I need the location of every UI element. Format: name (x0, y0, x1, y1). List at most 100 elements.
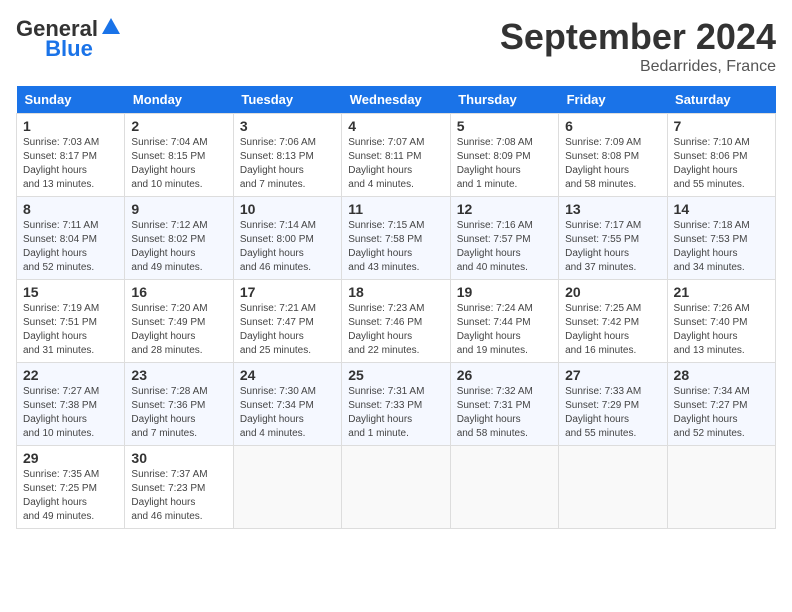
day-info: Sunrise: 7:34 AMSunset: 7:27 PMDaylight … (674, 386, 750, 439)
day-number: 19 (457, 284, 552, 300)
col-saturday: Saturday (667, 86, 775, 114)
day-info: Sunrise: 7:31 AMSunset: 7:33 PMDaylight … (348, 386, 424, 439)
table-row: 23 Sunrise: 7:28 AMSunset: 7:36 PMDayligh… (125, 363, 233, 446)
day-number: 5 (457, 118, 552, 134)
calendar-week-1: 1 Sunrise: 7:03 AMSunset: 8:17 PMDaylight… (17, 114, 776, 197)
table-row: 4Sunrise: 7:07 AMSunset: 8:11 PMDaylight… (342, 114, 450, 197)
day-number: 6 (565, 118, 660, 134)
day-number: 24 (240, 367, 335, 383)
day-info: Sunrise: 7:35 AMSunset: 7:25 PMDaylight … (23, 469, 99, 522)
table-row (233, 446, 341, 529)
day-number: 14 (674, 201, 769, 217)
table-row: 15 Sunrise: 7:19 AMSunset: 7:51 PMDayligh… (17, 280, 125, 363)
day-number: 15 (23, 284, 118, 300)
day-number: 28 (674, 367, 769, 383)
table-row: 3 Sunrise: 7:06 AMSunset: 8:13 PMDaylight… (233, 114, 341, 197)
day-info: Sunrise: 7:28 AMSunset: 7:36 PMDaylight … (131, 386, 207, 439)
table-row: 22 Sunrise: 7:27 AMSunset: 7:38 PMDayligh… (17, 363, 125, 446)
calendar-week-4: 22 Sunrise: 7:27 AMSunset: 7:38 PMDayligh… (17, 363, 776, 446)
day-number: 4 (348, 118, 443, 134)
calendar-week-3: 15 Sunrise: 7:19 AMSunset: 7:51 PMDayligh… (17, 280, 776, 363)
table-row: 9 Sunrise: 7:12 AMSunset: 8:02 PMDaylight… (125, 197, 233, 280)
day-info: Sunrise: 7:24 AMSunset: 7:44 PMDaylight … (457, 303, 533, 356)
col-tuesday: Tuesday (233, 86, 341, 114)
day-number: 18 (348, 284, 443, 300)
table-row: 5Sunrise: 7:08 AMSunset: 8:09 PMDaylight… (450, 114, 558, 197)
table-row: 14 Sunrise: 7:18 AMSunset: 7:53 PMDayligh… (667, 197, 775, 280)
calendar-week-5: 29 Sunrise: 7:35 AMSunset: 7:25 PMDayligh… (17, 446, 776, 529)
day-info: Sunrise: 7:32 AMSunset: 7:31 PMDaylight … (457, 386, 533, 439)
day-info: Sunrise: 7:26 AMSunset: 7:40 PMDaylight … (674, 303, 750, 356)
day-number: 21 (674, 284, 769, 300)
col-monday: Monday (125, 86, 233, 114)
day-info: Sunrise: 7:19 AMSunset: 7:51 PMDaylight … (23, 303, 99, 356)
day-info: Sunrise: 7:16 AMSunset: 7:57 PMDaylight … (457, 220, 533, 273)
day-number: 3 (240, 118, 335, 134)
table-row: 1 Sunrise: 7:03 AMSunset: 8:17 PMDaylight… (17, 114, 125, 197)
table-row: 29 Sunrise: 7:35 AMSunset: 7:25 PMDayligh… (17, 446, 125, 529)
col-friday: Friday (559, 86, 667, 114)
table-row: 21 Sunrise: 7:26 AMSunset: 7:40 PMDayligh… (667, 280, 775, 363)
table-row: 27Sunrise: 7:33 AMSunset: 7:29 PMDayligh… (559, 363, 667, 446)
day-number: 29 (23, 450, 118, 466)
day-number: 16 (131, 284, 226, 300)
table-row: 17 Sunrise: 7:21 AMSunset: 7:47 PMDayligh… (233, 280, 341, 363)
day-number: 11 (348, 201, 443, 217)
table-row: 6 Sunrise: 7:09 AMSunset: 8:08 PMDaylight… (559, 114, 667, 197)
day-info: Sunrise: 7:12 AMSunset: 8:02 PMDaylight … (131, 220, 207, 273)
day-info: Sunrise: 7:03 AMSunset: 8:17 PMDaylight … (23, 137, 99, 190)
day-info: Sunrise: 7:04 AMSunset: 8:15 PMDaylight … (131, 137, 207, 190)
day-number: 2 (131, 118, 226, 134)
table-row: 2 Sunrise: 7:04 AMSunset: 8:15 PMDaylight… (125, 114, 233, 197)
table-row: 18Sunrise: 7:23 AMSunset: 7:46 PMDayligh… (342, 280, 450, 363)
table-row: 10Sunrise: 7:14 AMSunset: 8:00 PMDayligh… (233, 197, 341, 280)
day-info: Sunrise: 7:17 AMSunset: 7:55 PMDaylight … (565, 220, 641, 273)
table-row: 28 Sunrise: 7:34 AMSunset: 7:27 PMDayligh… (667, 363, 775, 446)
day-number: 12 (457, 201, 552, 217)
day-info: Sunrise: 7:20 AMSunset: 7:49 PMDaylight … (131, 303, 207, 356)
day-number: 9 (131, 201, 226, 217)
day-number: 17 (240, 284, 335, 300)
logo-icon (100, 16, 122, 38)
table-row: 16 Sunrise: 7:20 AMSunset: 7:49 PMDayligh… (125, 280, 233, 363)
table-row: 7 Sunrise: 7:10 AMSunset: 8:06 PMDaylight… (667, 114, 775, 197)
table-row: 11 Sunrise: 7:15 AMSunset: 7:58 PMDayligh… (342, 197, 450, 280)
col-wednesday: Wednesday (342, 86, 450, 114)
table-row: 20Sunrise: 7:25 AMSunset: 7:42 PMDayligh… (559, 280, 667, 363)
day-info: Sunrise: 7:11 AMSunset: 8:04 PMDaylight … (23, 220, 98, 273)
col-sunday: Sunday (17, 86, 125, 114)
table-row: 12 Sunrise: 7:16 AMSunset: 7:57 PMDayligh… (450, 197, 558, 280)
table-row (667, 446, 775, 529)
table-row (342, 446, 450, 529)
day-info: Sunrise: 7:15 AMSunset: 7:58 PMDaylight … (348, 220, 424, 273)
day-number: 1 (23, 118, 118, 134)
calendar-table: Sunday Monday Tuesday Wednesday Thursday… (16, 86, 776, 529)
table-row: 30Sunrise: 7:37 AMSunset: 7:23 PMDayligh… (125, 446, 233, 529)
day-info: Sunrise: 7:10 AMSunset: 8:06 PMDaylight … (674, 137, 750, 190)
day-number: 23 (131, 367, 226, 383)
table-row: 24Sunrise: 7:30 AMSunset: 7:34 PMDayligh… (233, 363, 341, 446)
table-row (450, 446, 558, 529)
calendar-week-2: 8Sunrise: 7:11 AMSunset: 8:04 PMDaylight… (17, 197, 776, 280)
day-number: 27 (565, 367, 660, 383)
day-info: Sunrise: 7:18 AMSunset: 7:53 PMDaylight … (674, 220, 750, 273)
logo-blue: Blue (45, 36, 93, 62)
day-info: Sunrise: 7:14 AMSunset: 8:00 PMDaylight … (240, 220, 316, 273)
day-number: 22 (23, 367, 118, 383)
day-number: 7 (674, 118, 769, 134)
day-info: Sunrise: 7:21 AMSunset: 7:47 PMDaylight … (240, 303, 316, 356)
table-row: 19 Sunrise: 7:24 AMSunset: 7:44 PMDayligh… (450, 280, 558, 363)
month-title: September 2024 (500, 16, 776, 58)
table-row: 26Sunrise: 7:32 AMSunset: 7:31 PMDayligh… (450, 363, 558, 446)
location: Bedarrides, France (500, 58, 776, 76)
logo: General Blue (16, 16, 122, 62)
col-thursday: Thursday (450, 86, 558, 114)
day-info: Sunrise: 7:27 AMSunset: 7:38 PMDaylight … (23, 386, 99, 439)
header-row: Sunday Monday Tuesday Wednesday Thursday… (17, 86, 776, 114)
day-info: Sunrise: 7:09 AMSunset: 8:08 PMDaylight … (565, 137, 641, 190)
table-row: 8Sunrise: 7:11 AMSunset: 8:04 PMDaylight… (17, 197, 125, 280)
day-info: Sunrise: 7:06 AMSunset: 8:13 PMDaylight … (240, 137, 316, 190)
day-info: Sunrise: 7:25 AMSunset: 7:42 PMDaylight … (565, 303, 641, 356)
page-header: General Blue September 2024 Bedarrides, … (16, 16, 776, 76)
day-number: 30 (131, 450, 226, 466)
